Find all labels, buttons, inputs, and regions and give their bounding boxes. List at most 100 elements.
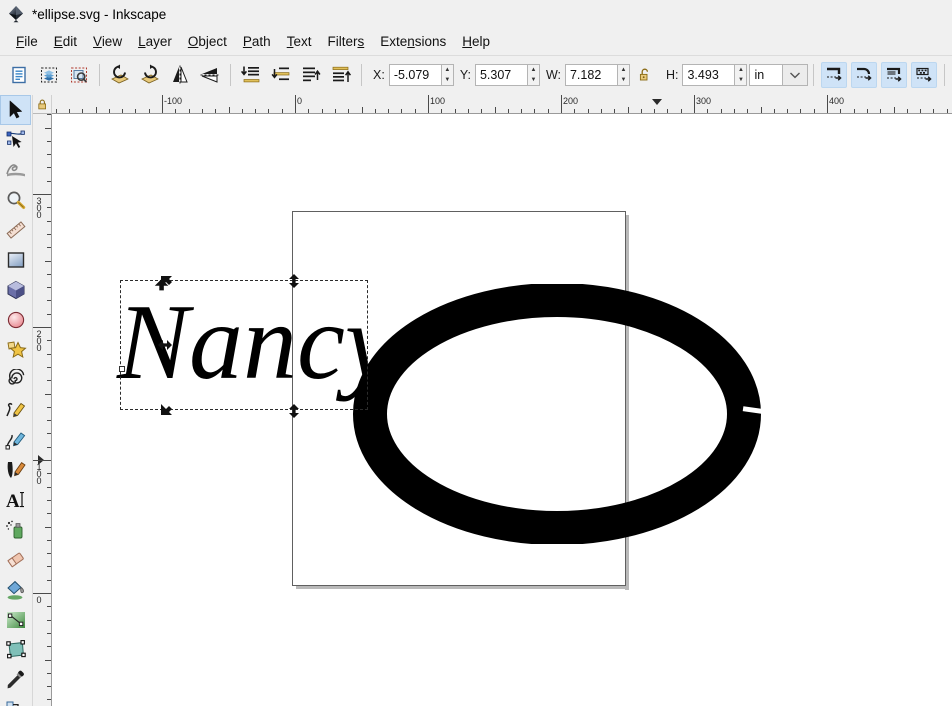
affect-rounded-corners-toggle[interactable] [851, 62, 878, 88]
tool-ellipse[interactable] [0, 305, 31, 335]
selection-handles[interactable] [104, 264, 394, 429]
toolbar-separator-1 [99, 64, 100, 86]
lock-wh-ratio-button[interactable] [632, 62, 658, 88]
y-spinner[interactable]: ▲ ▼ [474, 64, 540, 86]
affect-gradients-toggle[interactable] [881, 62, 908, 88]
ruler-label: 300 [34, 196, 44, 217]
tool-node-editor[interactable] [0, 125, 31, 155]
tool-pencil[interactable] [0, 395, 31, 425]
ruler-minor-tick [667, 109, 669, 113]
ellipse-ring-object[interactable] [347, 284, 767, 544]
menu-file[interactable]: File [8, 31, 46, 52]
rotate-cw-button[interactable] [137, 62, 163, 88]
ruler-label: 0 [34, 595, 44, 602]
tool-spiral[interactable] [0, 365, 31, 395]
ruler-minor-tick [600, 109, 602, 113]
tool-gradient[interactable] [0, 605, 31, 635]
w-steppers[interactable]: ▲ ▼ [616, 64, 630, 86]
tool-measure[interactable] [0, 215, 31, 245]
affect-stroke-width-toggle[interactable] [821, 62, 848, 88]
handle-group[interactable] [158, 274, 394, 418]
ruler-minor-tick [47, 154, 51, 156]
y-steppers[interactable]: ▲ ▼ [526, 64, 540, 86]
select-all-in-all-layers-button[interactable] [36, 62, 62, 88]
lower-to-bottom-button[interactable] [238, 62, 264, 88]
y-input[interactable] [474, 64, 527, 86]
unit-selector[interactable]: in [749, 64, 809, 86]
tool-connector[interactable] [0, 695, 31, 706]
flip-horizontal-button[interactable] [167, 62, 193, 88]
tool-paint-bucket[interactable] [0, 575, 31, 605]
menu-edit[interactable]: Edit [46, 31, 85, 52]
tool-spray[interactable] [0, 515, 31, 545]
menu-object[interactable]: Object [180, 31, 235, 52]
ruler-minor-tick [321, 109, 323, 113]
ruler-minor-tick [95, 107, 97, 113]
menu-layer[interactable]: Layer [130, 31, 180, 52]
select-all-button[interactable] [6, 62, 32, 88]
ruler-corner-lock[interactable] [33, 95, 52, 114]
tool-bezier-pen[interactable] [0, 425, 31, 455]
tool-3d-box[interactable] [0, 275, 31, 305]
menu-filters[interactable]: Filters [319, 31, 372, 52]
x-step-up-icon[interactable]: ▲ [442, 65, 453, 75]
x-spinner[interactable]: ▲ ▼ [388, 64, 454, 86]
ruler-minor-tick [361, 107, 363, 113]
w-step-down-icon[interactable]: ▼ [618, 75, 629, 85]
y-label: Y: [459, 68, 471, 82]
affect-patterns-toggle[interactable] [911, 62, 938, 88]
tool-tweak[interactable] [0, 155, 31, 185]
x-steppers[interactable]: ▲ ▼ [440, 64, 454, 86]
flip-vertical-button[interactable] [197, 62, 223, 88]
h-steppers[interactable]: ▲ ▼ [734, 64, 748, 86]
deselect-button[interactable] [66, 62, 92, 88]
tool-selector[interactable] [0, 95, 31, 125]
ruler-minor-tick [840, 109, 842, 113]
ruler-minor-tick [481, 109, 483, 113]
h-spinner[interactable]: ▲ ▼ [682, 64, 748, 86]
w-step-up-icon[interactable]: ▲ [618, 65, 629, 75]
object-rotate-left-icon [111, 64, 129, 84]
raise-button[interactable] [298, 62, 324, 88]
ruler-minor-tick [45, 526, 51, 528]
menu-text[interactable]: Text [279, 31, 320, 52]
rotate-ccw-button[interactable] [107, 62, 133, 88]
ruler-minor-tick [920, 109, 922, 113]
x-step-down-icon[interactable]: ▼ [442, 75, 453, 85]
raise-to-top-button[interactable] [328, 62, 354, 88]
ruler-minor-tick [733, 109, 735, 113]
tool-star[interactable] [0, 335, 31, 365]
h-input[interactable] [682, 64, 735, 86]
tool-mesh-gradient[interactable] [0, 635, 31, 665]
tool-calligraphy[interactable] [0, 455, 31, 485]
ruler-minor-tick [82, 109, 84, 113]
svg-text:A: A [6, 491, 20, 511]
menu-path[interactable]: Path [235, 31, 279, 52]
tool-text[interactable]: A [0, 485, 31, 515]
ruler-tick [694, 95, 695, 113]
w-spinner[interactable]: ▲ ▼ [564, 64, 630, 86]
unit-dropdown-button[interactable] [782, 64, 809, 86]
menu-view[interactable]: View [85, 31, 130, 52]
x-input[interactable] [388, 64, 441, 86]
h-step-up-icon[interactable]: ▲ [735, 65, 746, 75]
horizontal-ruler[interactable]: -100 0 100 200 300 400 [52, 95, 952, 114]
y-step-up-icon[interactable]: ▲ [528, 65, 539, 75]
menu-extensions[interactable]: Extensions [372, 31, 454, 52]
y-step-down-icon[interactable]: ▼ [528, 75, 539, 85]
ruler-minor-tick [720, 109, 722, 113]
vertical-ruler[interactable]: 300 200 100 0 [33, 114, 52, 706]
drawing-canvas[interactable]: Nancy [52, 114, 952, 706]
select-all-in-all-layers-icon [41, 67, 57, 83]
h-step-down-icon[interactable]: ▼ [735, 75, 746, 85]
tool-dropper[interactable] [0, 665, 31, 695]
lower-button[interactable] [268, 62, 294, 88]
menu-bar[interactable]: File Edit View Layer Object Path Text Fi… [0, 28, 952, 56]
object-flip-horizontal-icon [173, 65, 188, 84]
menu-help[interactable]: Help [454, 31, 498, 52]
tool-zoom[interactable] [0, 185, 31, 215]
tool-rectangle[interactable] [0, 245, 31, 275]
w-input[interactable] [564, 64, 617, 86]
tool-eraser[interactable] [0, 545, 31, 575]
ruler-minor-tick [47, 406, 51, 408]
